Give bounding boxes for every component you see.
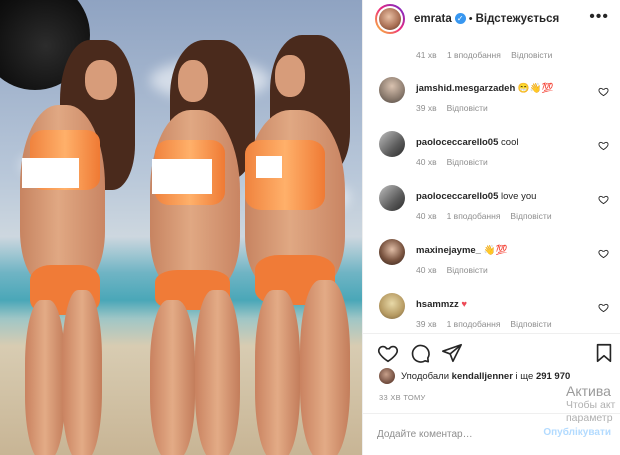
commenter-username[interactable]: paoloceccarello05 [416, 191, 498, 202]
publish-button[interactable]: Опублікувати [543, 427, 611, 438]
reply-button[interactable]: Відповісти [510, 211, 551, 221]
like-heart-icon[interactable] [377, 342, 399, 364]
comment-text: 😁👋💯 [517, 83, 554, 94]
comment-time: 40 хв [416, 157, 437, 167]
author-avatar[interactable] [375, 3, 405, 34]
commenter-username[interactable]: maxinejayme_ [416, 245, 481, 256]
comment-time: 40 хв [416, 265, 437, 275]
liker-avatar[interactable] [379, 368, 395, 384]
comment-likes[interactable]: 1 вподобання [447, 50, 501, 60]
commenter-avatar[interactable] [379, 239, 405, 265]
separator-dot: • [468, 12, 473, 25]
commenter-username[interactable]: jamshid.mesgarzadeh [416, 83, 515, 94]
commenter-avatar[interactable] [379, 293, 405, 319]
comment-time: 40 хв [416, 211, 437, 221]
likes-count[interactable]: 291 970 [536, 371, 570, 382]
like-comment-heart-icon[interactable] [598, 86, 609, 97]
reply-button[interactable]: Відповісти [511, 50, 552, 60]
watermark-line-3: параметр [566, 412, 613, 424]
post-actions-bar [363, 333, 620, 371]
comments-list[interactable]: 41 хв 1 вподобання Відповісти jamshid.me… [363, 37, 620, 333]
comment-text: cool [501, 137, 519, 148]
like-comment-heart-icon[interactable] [598, 248, 609, 259]
following-button[interactable]: Відстежується [476, 13, 560, 25]
comment-input[interactable] [377, 424, 527, 444]
censor-box [22, 158, 79, 188]
likes-summary: Уподобали kendalljenner і ще 291 970 [379, 368, 570, 384]
reply-button[interactable]: Відповісти [447, 265, 488, 275]
like-comment-heart-icon[interactable] [598, 302, 609, 313]
comment-item: paoloceccarello05 love you 40 хв 1 вподоб… [379, 185, 615, 239]
commenter-username[interactable]: paoloceccarello05 [416, 137, 498, 148]
censor-box [256, 156, 282, 178]
reply-button[interactable]: Відповісти [510, 319, 551, 329]
comment-item: maxinejayme_ 👋💯 40 хв Відповісти [379, 239, 615, 293]
more-horizontal-icon[interactable]: ••• [589, 9, 609, 25]
comment-text: 👋💯 [483, 245, 508, 256]
comment-text: love you [501, 191, 537, 202]
like-comment-heart-icon[interactable] [598, 140, 609, 151]
post-photo[interactable] [0, 0, 362, 455]
watermark-line-1: Актива [566, 383, 611, 399]
comment-likes[interactable]: 1 вподобання [447, 319, 501, 329]
liker-username[interactable]: kendalljenner [452, 371, 513, 382]
comment-text: ♥ [461, 299, 468, 310]
comment-item: paoloceccarello05 cool 40 хв Відповісти [379, 131, 615, 185]
post-header: emrata ✓ • Відстежується ••• [363, 0, 620, 37]
commenter-avatar[interactable] [379, 185, 405, 211]
comment-item: jamshid.mesgarzadeh 😁👋💯 39 хв Відповісти [379, 77, 615, 131]
reply-button[interactable]: Відповісти [447, 103, 488, 113]
censor-box [152, 159, 212, 194]
save-bookmark-icon[interactable] [593, 342, 615, 364]
comment-time: 39 хв [416, 103, 437, 113]
comment-likes[interactable]: 1 вподобання [447, 211, 501, 221]
like-comment-heart-icon[interactable] [598, 194, 609, 205]
post-timestamp[interactable]: 33 ХВ ТОМУ [379, 393, 426, 402]
comment-item: hsammzz ♥ 39 хв 1 вподобання Відповісти [379, 293, 615, 333]
share-paper-plane-icon[interactable] [441, 342, 463, 364]
instagram-post: emrata ✓ • Відстежується ••• 41 хв 1 впо… [0, 0, 620, 455]
commenter-avatar[interactable] [379, 131, 405, 157]
likes-prefix: Уподобали [401, 370, 450, 382]
comment-time: 39 хв [416, 319, 437, 329]
author-username[interactable]: emrata [414, 13, 452, 25]
watermark-line-2: Чтобы акт [566, 399, 616, 411]
comment-bubble-icon[interactable] [409, 342, 431, 364]
windows-activation-watermark: Актива Чтобы акт параметр [566, 384, 615, 425]
commenter-username[interactable]: hsammzz [416, 299, 459, 310]
clipped-comment-meta: 41 хв 1 вподобання Відповісти [416, 50, 560, 60]
likes-connector: і ще [515, 370, 534, 382]
verified-badge-icon: ✓ [454, 13, 466, 24]
comment-time: 41 хв [416, 50, 437, 60]
reply-button[interactable]: Відповісти [447, 157, 488, 167]
commenter-avatar[interactable] [379, 77, 405, 103]
